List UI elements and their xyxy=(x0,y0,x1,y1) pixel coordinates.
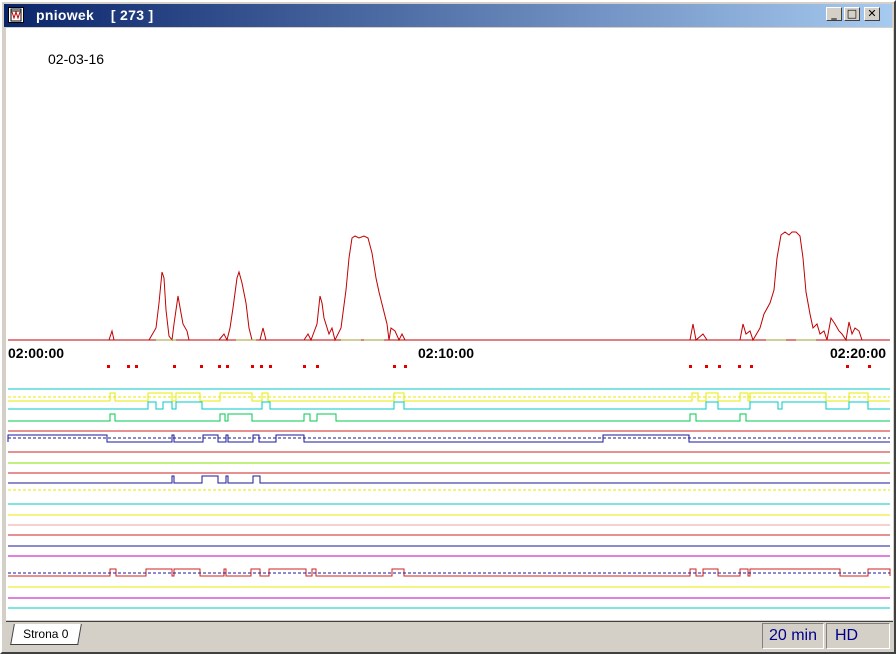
chart-area[interactable]: 02-03-16 02:00:00 02:10:00 02:20:00 xyxy=(6,28,893,620)
event-marker xyxy=(226,365,229,368)
event-marker xyxy=(738,365,741,368)
event-marker xyxy=(107,365,110,368)
event-marker xyxy=(689,365,692,368)
event-marker xyxy=(127,365,130,368)
tab-strona-0[interactable]: Strona 0 xyxy=(10,624,82,645)
minimize-button[interactable]: _ xyxy=(826,7,842,21)
close-button[interactable]: ✕ xyxy=(864,7,880,21)
date-label: 02-03-16 xyxy=(48,51,105,67)
event-marker xyxy=(718,365,721,368)
event-marker xyxy=(269,365,272,368)
event-marker xyxy=(135,365,138,368)
mode-panel[interactable]: HD xyxy=(826,623,890,649)
time-label-middle: 02:10:00 xyxy=(418,345,475,361)
event-marker xyxy=(404,365,407,368)
event-marker xyxy=(316,365,319,368)
event-marker xyxy=(750,365,753,368)
window-title: pniowek [ 273 ] xyxy=(36,7,154,23)
interval-panel[interactable]: 20 min xyxy=(762,623,824,649)
signal-plot xyxy=(7,231,891,609)
event-markers xyxy=(107,365,871,368)
channel-lines xyxy=(7,388,891,609)
channel-step-navy-2 xyxy=(8,475,890,484)
signal-trace xyxy=(8,231,890,342)
event-marker xyxy=(705,365,708,368)
event-marker xyxy=(200,365,203,368)
event-marker xyxy=(303,365,306,368)
tab-label: Strona 0 xyxy=(23,627,69,641)
app-icon[interactable] xyxy=(8,7,24,23)
main-window: pniowek [ 273 ] _ □ ✕ 02-03-16 02:00:00 … xyxy=(0,0,896,654)
channel-step-green xyxy=(8,413,890,422)
time-label-end: 02:20:00 xyxy=(830,345,887,361)
status-bar: Strona 0 20 min HD xyxy=(6,621,893,651)
event-marker xyxy=(846,365,849,368)
maximize-button[interactable]: □ xyxy=(844,7,860,21)
time-label-start: 02:00:00 xyxy=(8,345,65,361)
event-marker xyxy=(251,365,254,368)
title-bar[interactable]: pniowek [ 273 ] _ □ ✕ xyxy=(4,4,892,27)
event-marker xyxy=(260,365,263,368)
event-marker xyxy=(868,365,871,368)
channel-step-cyan xyxy=(8,401,890,410)
event-marker xyxy=(218,365,221,368)
event-marker xyxy=(393,365,396,368)
event-marker xyxy=(173,365,176,368)
tab-divider xyxy=(6,621,893,622)
